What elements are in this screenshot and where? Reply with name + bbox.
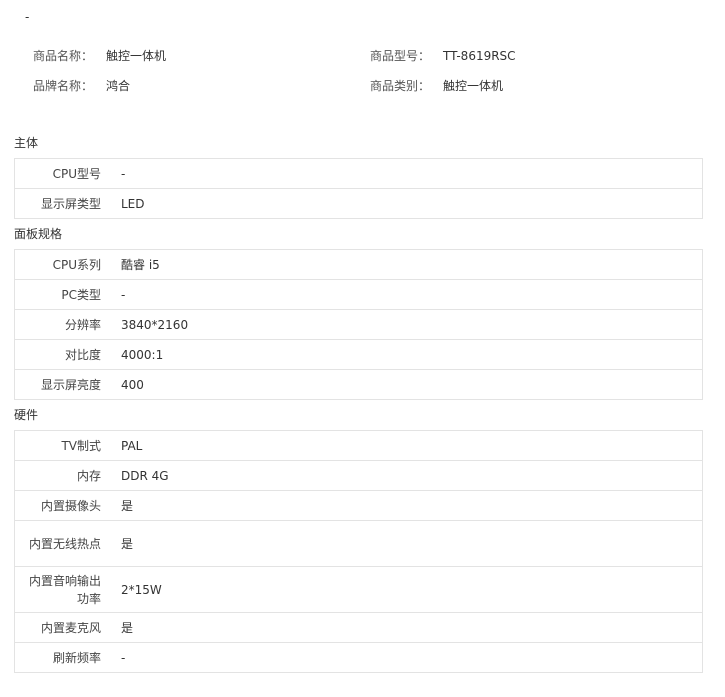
- spec-value: DDR 4G: [111, 460, 703, 491]
- spec-value: PAL: [111, 430, 703, 461]
- section-title-panel: 面板规格: [14, 227, 63, 241]
- spec-key: 分辨率: [14, 309, 111, 340]
- spec-value: 4000:1: [111, 339, 703, 370]
- spec-value: 是: [111, 612, 703, 643]
- table-row: CPU型号 -: [14, 158, 703, 189]
- spec-value: 是: [111, 490, 703, 521]
- product-summary: 商品名称： 触控一体机 商品型号： TT-8619RSC 品牌名称： 鸿合 商品类别：…: [0, 44, 725, 104]
- spec-table-main: CPU型号 - 显示屏类型 LED: [14, 158, 703, 219]
- spec-table-panel: CPU系列 酷睿 i5 PC类型 - 分辨率 3840*2160 对比度 400…: [14, 249, 703, 400]
- spec-key: 内置音响输出功率: [14, 566, 111, 613]
- product-model-value: TT-8619RSC: [443, 49, 516, 63]
- spec-key: CPU型号: [14, 158, 111, 189]
- table-row: CPU系列 酷睿 i5: [14, 249, 703, 280]
- spec-key: 内存: [14, 460, 111, 491]
- section-title-hardware: 硬件: [14, 408, 39, 422]
- spec-key: 显示屏亮度: [14, 369, 111, 400]
- spec-key: PC类型: [14, 279, 111, 310]
- product-category-value: 触控一体机: [443, 79, 504, 93]
- spec-value: 3840*2160: [111, 309, 703, 340]
- table-row: 内置摄像头 是: [14, 490, 703, 521]
- product-model-label: 商品型号：: [370, 49, 431, 63]
- spec-value: LED: [111, 188, 703, 219]
- table-row: 内置音响输出功率 2*15W: [14, 566, 703, 613]
- spec-value: -: [111, 642, 703, 673]
- top-dash: -: [25, 10, 30, 24]
- product-category-label: 商品类别：: [370, 79, 431, 93]
- brand-name-label: 品牌名称：: [33, 79, 94, 93]
- spec-key: 对比度: [14, 339, 111, 370]
- brand-name-value: 鸿合: [106, 79, 131, 93]
- spec-value: 是: [111, 520, 703, 567]
- summary-row: 商品名称： 触控一体机 商品型号： TT-8619RSC: [0, 44, 725, 74]
- spec-value: 400: [111, 369, 703, 400]
- spec-key: 内置摄像头: [14, 490, 111, 521]
- brand-name-item: 品牌名称： 鸿合: [33, 74, 130, 104]
- product-category-item: 商品类别： 触控一体机: [370, 74, 503, 104]
- table-row: PC类型 -: [14, 279, 703, 310]
- product-name-label: 商品名称：: [33, 49, 94, 63]
- table-row: 显示屏亮度 400: [14, 369, 703, 400]
- table-row: 内置无线热点 是: [14, 520, 703, 567]
- product-model-item: 商品型号： TT-8619RSC: [370, 44, 516, 74]
- spec-value: -: [111, 279, 703, 310]
- product-name-value: 触控一体机: [106, 49, 167, 63]
- spec-table-hardware: TV制式 PAL 内存 DDR 4G 内置摄像头 是 内置无线热点 是 内置音响…: [14, 430, 703, 673]
- spec-key: TV制式: [14, 430, 111, 461]
- spec-value: 酷睿 i5: [111, 249, 703, 280]
- table-row: 对比度 4000:1: [14, 339, 703, 370]
- table-row: TV制式 PAL: [14, 430, 703, 461]
- table-row: 内置麦克风 是: [14, 612, 703, 643]
- section-title-main: 主体: [14, 136, 39, 150]
- spec-value: -: [111, 158, 703, 189]
- spec-key: 内置麦克风: [14, 612, 111, 643]
- table-row: 刷新频率 -: [14, 642, 703, 673]
- table-row: 显示屏类型 LED: [14, 188, 703, 219]
- table-row: 内存 DDR 4G: [14, 460, 703, 491]
- summary-row: 品牌名称： 鸿合 商品类别： 触控一体机: [0, 74, 725, 104]
- spec-value: 2*15W: [111, 566, 703, 613]
- spec-area: 主体 CPU型号 - 显示屏类型 LED 面板规格 CPU系列 酷睿 i5 PC…: [14, 128, 703, 673]
- spec-key: 刷新频率: [14, 642, 111, 673]
- product-name-item: 商品名称： 触控一体机: [33, 44, 166, 74]
- spec-key: CPU系列: [14, 249, 111, 280]
- spec-key: 显示屏类型: [14, 188, 111, 219]
- table-row: 分辨率 3840*2160: [14, 309, 703, 340]
- spec-key: 内置无线热点: [14, 520, 111, 567]
